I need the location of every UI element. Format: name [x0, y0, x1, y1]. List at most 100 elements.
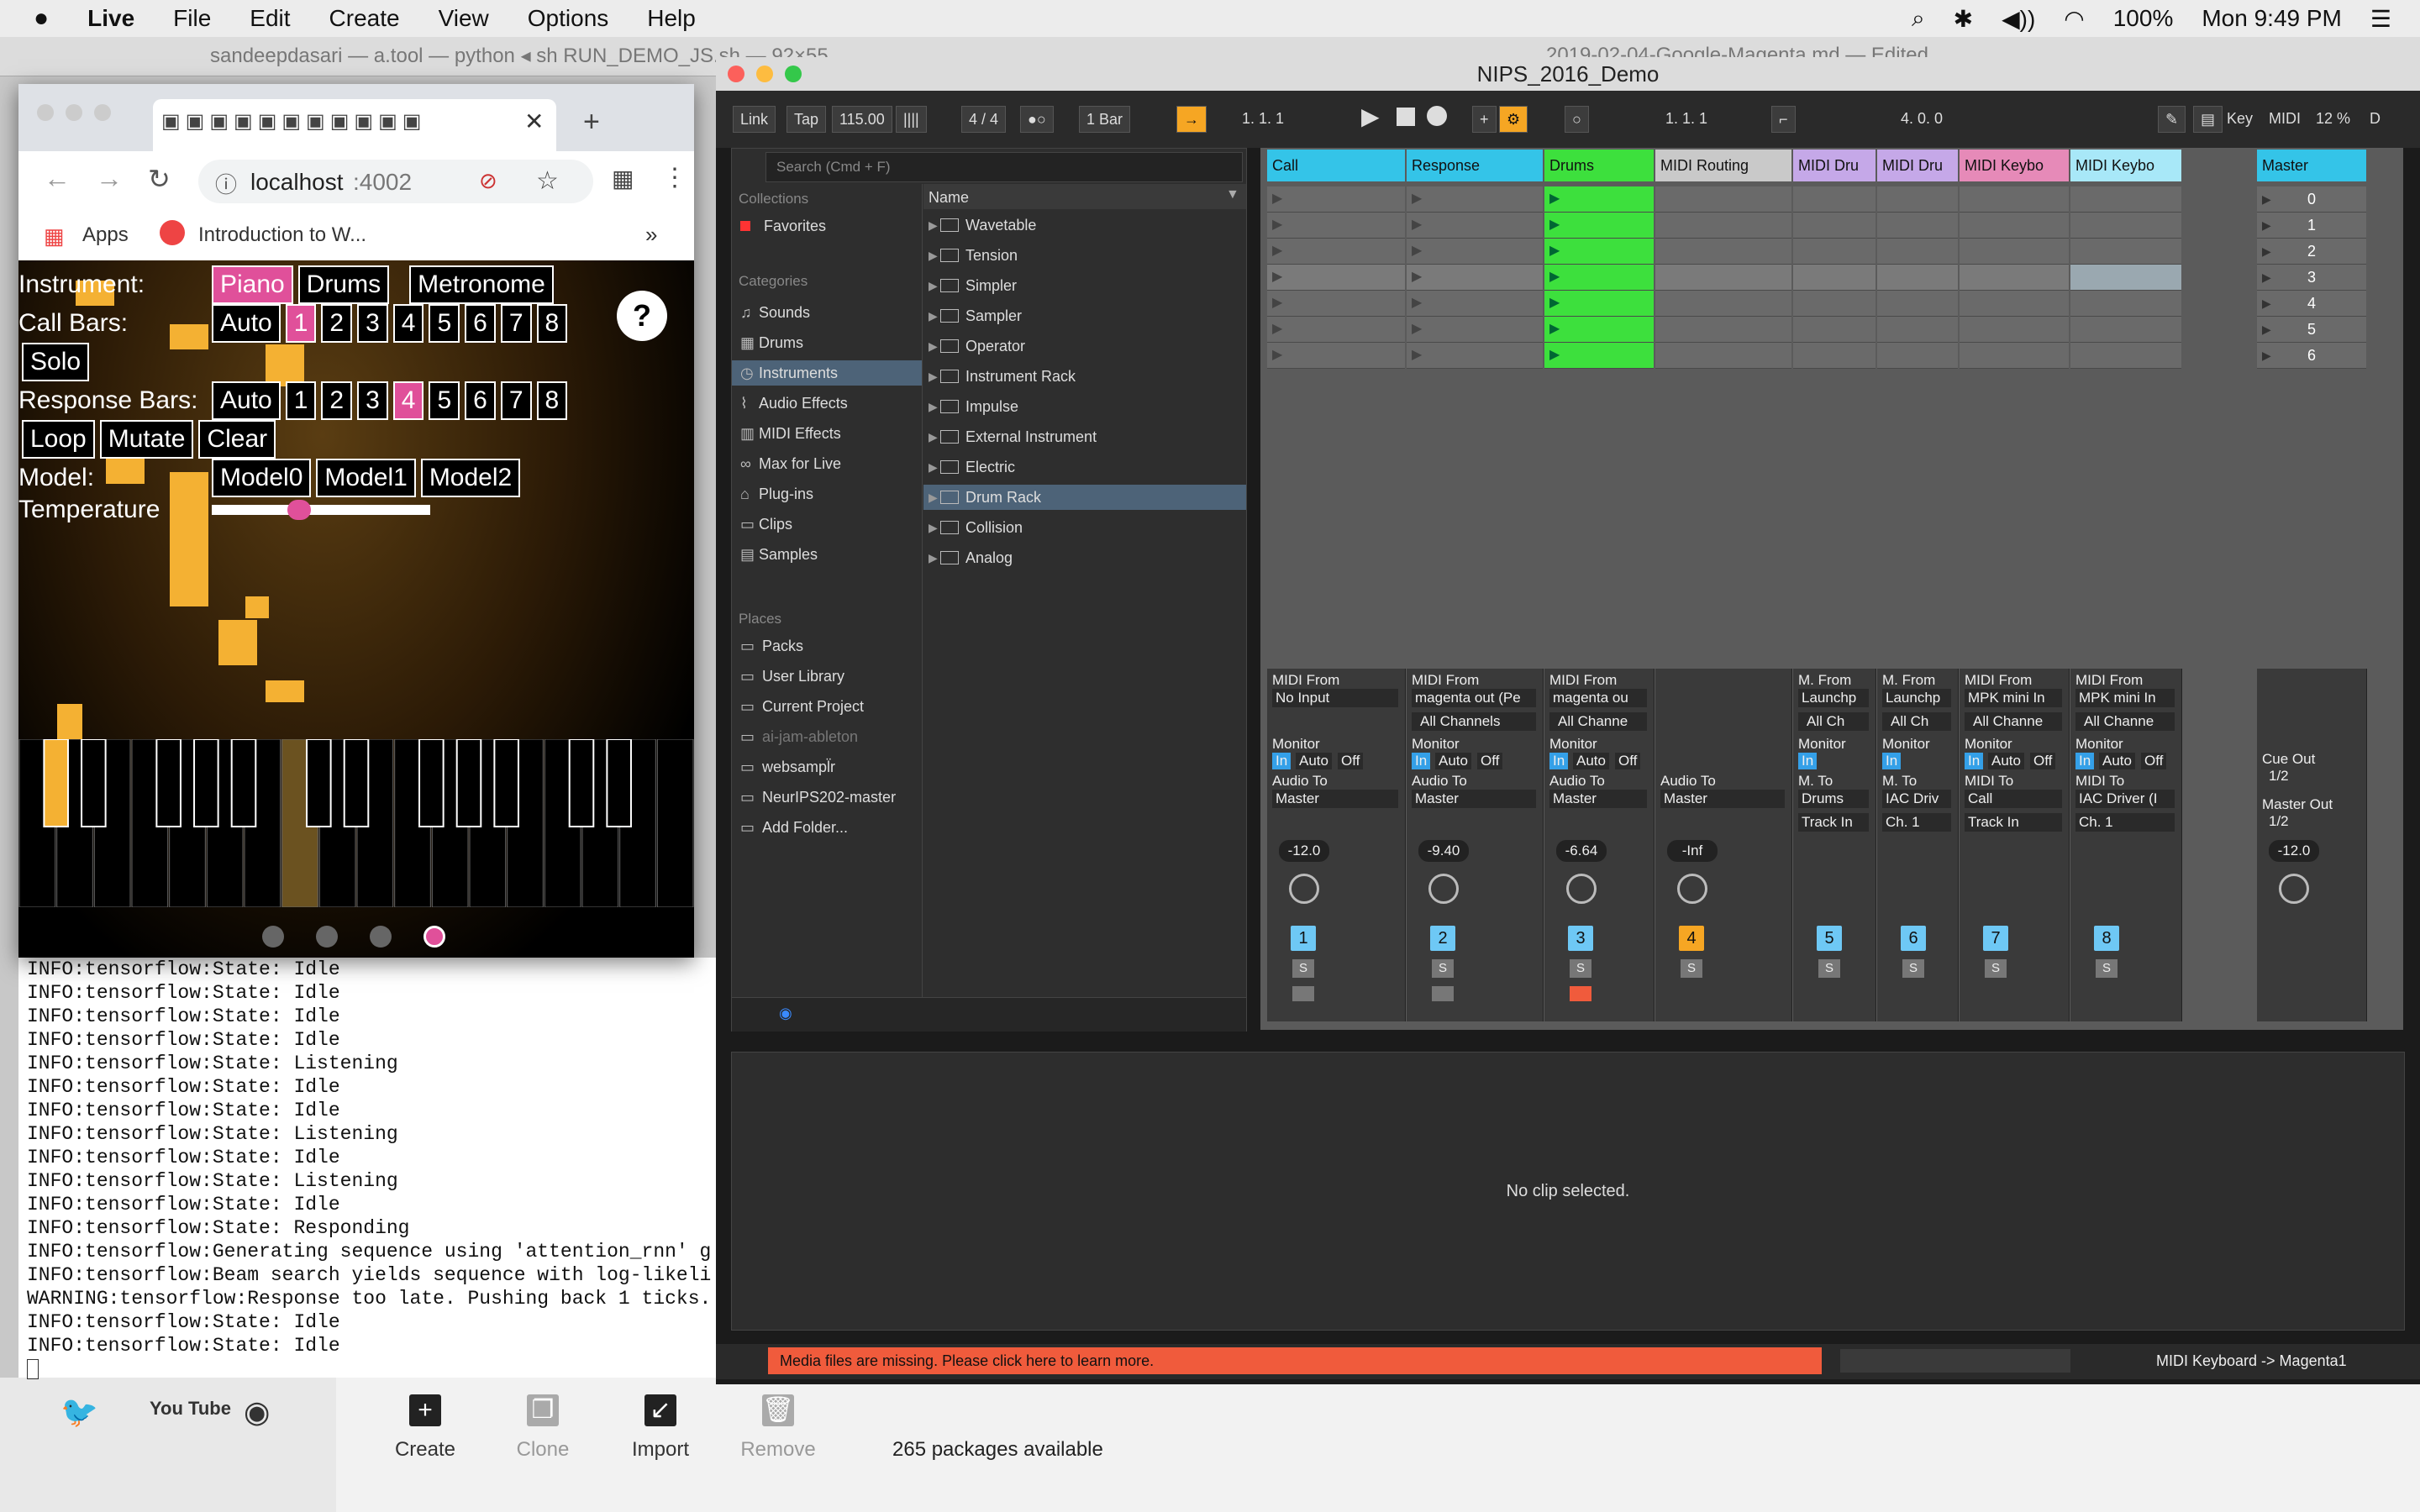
close-tab-icon[interactable]: ✕ — [524, 108, 544, 135]
reload-icon[interactable]: ↻ — [148, 163, 171, 195]
mutate-button[interactable]: Mutate — [99, 420, 194, 459]
monitor-in-button[interactable]: In — [1549, 753, 1569, 769]
clip-slot[interactable] — [2070, 239, 2181, 265]
pan-knob-icon[interactable] — [1428, 874, 1459, 904]
response-bars-4-button[interactable]: 4 — [392, 381, 424, 420]
clip-launch-icon[interactable]: ▶ — [1272, 294, 1282, 311]
temperature-slider-thumb[interactable] — [287, 500, 311, 520]
clip-slot[interactable] — [1877, 343, 1958, 369]
preview-icon[interactable]: ◉ — [779, 1005, 792, 1022]
output-channel-dropdown[interactable]: Track In — [1965, 813, 2062, 832]
solo-button[interactable]: S — [1818, 959, 1840, 978]
sort-chevron-icon[interactable]: ▼ — [1226, 187, 1239, 202]
black-key[interactable] — [606, 738, 632, 827]
black-key[interactable] — [568, 738, 595, 827]
track-header-4[interactable]: MIDI Routing — [1655, 150, 1791, 181]
track-header-8[interactable]: MIDI Keybo — [2070, 150, 2181, 181]
call-bars-1-button[interactable]: 1 — [285, 304, 317, 343]
minimize-window-button[interactable] — [756, 66, 773, 82]
output-routing-dropdown[interactable]: Master — [1412, 790, 1536, 808]
clip-slot[interactable] — [1960, 239, 2069, 265]
clip-slot[interactable]: ▶ — [1544, 265, 1654, 291]
expand-triangle-icon[interactable]: ▶ — [929, 213, 938, 238]
clip-slot[interactable]: ▶ — [1407, 186, 1543, 213]
solo-button[interactable]: S — [1902, 959, 1924, 978]
output-routing-dropdown[interactable]: Master — [1660, 790, 1785, 808]
master-track-header[interactable]: Master — [2257, 150, 2366, 181]
clip-slot[interactable] — [1877, 317, 1958, 343]
track-activator-button[interactable]: 7 — [1983, 926, 2008, 951]
clip-slot[interactable] — [1655, 317, 1791, 343]
track-volume[interactable]: -12.0 — [1279, 840, 1329, 862]
monitor-off-button[interactable]: Off — [1477, 753, 1503, 769]
place-item[interactable]: ▭ Add Folder... — [740, 819, 848, 837]
clip-launch-icon[interactable]: ▶ — [1412, 216, 1422, 233]
output-channel-dropdown[interactable]: Ch. 1 — [2075, 813, 2175, 832]
clip-slot[interactable]: ▶ — [1544, 291, 1654, 317]
model0-button[interactable]: Model0 — [212, 459, 312, 497]
scene-launch-icon[interactable]: ▶ — [2262, 239, 2271, 264]
solo-button[interactable]: S — [2096, 959, 2118, 978]
midi-channel-dropdown[interactable]: All Channe — [1965, 712, 2062, 731]
black-key[interactable] — [193, 738, 219, 827]
response-bars-6-button[interactable]: 6 — [465, 381, 496, 420]
monitor-in-button[interactable]: In — [1798, 753, 1818, 769]
chrome-menu-icon[interactable]: ⋮ — [662, 163, 687, 192]
expand-triangle-icon[interactable]: ▶ — [929, 273, 938, 298]
link-button[interactable]: Link — [733, 106, 776, 133]
wifi-icon[interactable]: ◠ — [2064, 5, 2084, 33]
clip-slot[interactable]: ▶ — [1544, 343, 1654, 369]
clip-slot[interactable]: ▶ — [1544, 317, 1654, 343]
sidebar-item-midi-effects[interactable]: ▥ MIDI Effects — [732, 421, 922, 446]
expand-triangle-icon[interactable]: ▶ — [929, 303, 938, 328]
monitor-in-button[interactable]: In — [1965, 753, 1984, 769]
metronome-icon[interactable]: ●○ — [1020, 106, 1054, 133]
mic-blocked-icon[interactable]: ⊘ — [479, 168, 497, 194]
expand-triangle-icon[interactable]: ▶ — [929, 545, 938, 570]
clip-launch-icon[interactable]: ▶ — [1272, 346, 1282, 363]
draw-mode-icon[interactable]: ✎ — [2158, 106, 2186, 133]
track-volume[interactable]: -6.64 — [1556, 840, 1607, 862]
place-item[interactable]: ▭ NeurIPS202-master — [740, 789, 896, 806]
midi-from-dropdown[interactable]: magenta out (Pe — [1412, 689, 1536, 707]
place-item[interactable]: ▭ websampl̈r — [740, 759, 835, 776]
import-button[interactable]: ↙ Import — [605, 1384, 716, 1485]
clip-launch-icon[interactable]: ▶ — [1272, 320, 1282, 337]
scene-launch[interactable]: ▶ 3 — [2257, 265, 2366, 291]
call-bars-7-button[interactable]: 7 — [500, 304, 532, 343]
tempo-field[interactable]: 115.00 — [832, 106, 892, 133]
page-dot[interactable] — [316, 926, 338, 948]
clip-slot[interactable] — [1655, 239, 1791, 265]
model2-button[interactable]: Model2 — [420, 459, 521, 497]
clip-slot[interactable] — [1960, 265, 2069, 291]
scene-launch[interactable]: ▶ 5 — [2257, 317, 2366, 343]
clip-slot[interactable] — [2070, 265, 2181, 291]
clip-slot[interactable] — [2070, 186, 2181, 213]
menu-create[interactable]: Create — [329, 5, 400, 32]
browser-item-drum-rack[interactable]: ▶ Drum Rack — [923, 485, 1246, 510]
output-channel-dropdown[interactable]: Track In — [1798, 813, 1869, 832]
expand-triangle-icon[interactable]: ▶ — [929, 364, 938, 389]
bookmark-star-icon[interactable]: ☆ — [536, 166, 559, 196]
menu-edit[interactable]: Edit — [250, 5, 290, 32]
clip-launch-icon[interactable]: ▶ — [1412, 190, 1422, 207]
remove-button[interactable]: 🗑 Remove — [723, 1384, 834, 1485]
solo-button[interactable]: S — [1432, 959, 1454, 978]
monitor-off-button[interactable]: Off — [1338, 753, 1364, 769]
piano-keyboard[interactable] — [18, 738, 694, 908]
browser-item-analog[interactable]: ▶ Analog — [923, 545, 1246, 570]
clip-launch-icon[interactable]: ▶ — [1272, 190, 1282, 207]
clip-slot[interactable] — [1960, 186, 2069, 213]
midi-from-dropdown[interactable]: No Input — [1272, 689, 1398, 707]
browser-item-simpler[interactable]: ▶ Simpler — [923, 273, 1246, 298]
address-bar[interactable]: ⓘ localhost :4002 ⊘ ☆ — [198, 160, 593, 203]
sidebar-item-samples[interactable]: ▤ Samples — [732, 542, 922, 567]
clip-slot[interactable] — [1960, 291, 2069, 317]
twitter-icon[interactable]: 🐦 — [60, 1394, 98, 1430]
track-activator-button[interactable]: 1 — [1291, 926, 1316, 951]
clip-slot[interactable] — [1655, 265, 1791, 291]
browser-item-instrument-rack[interactable]: ▶ Instrument Rack — [923, 364, 1246, 389]
menu-help[interactable]: Help — [647, 5, 696, 32]
expand-triangle-icon[interactable]: ▶ — [929, 243, 938, 268]
scene-launch-icon[interactable]: ▶ — [2262, 265, 2271, 290]
